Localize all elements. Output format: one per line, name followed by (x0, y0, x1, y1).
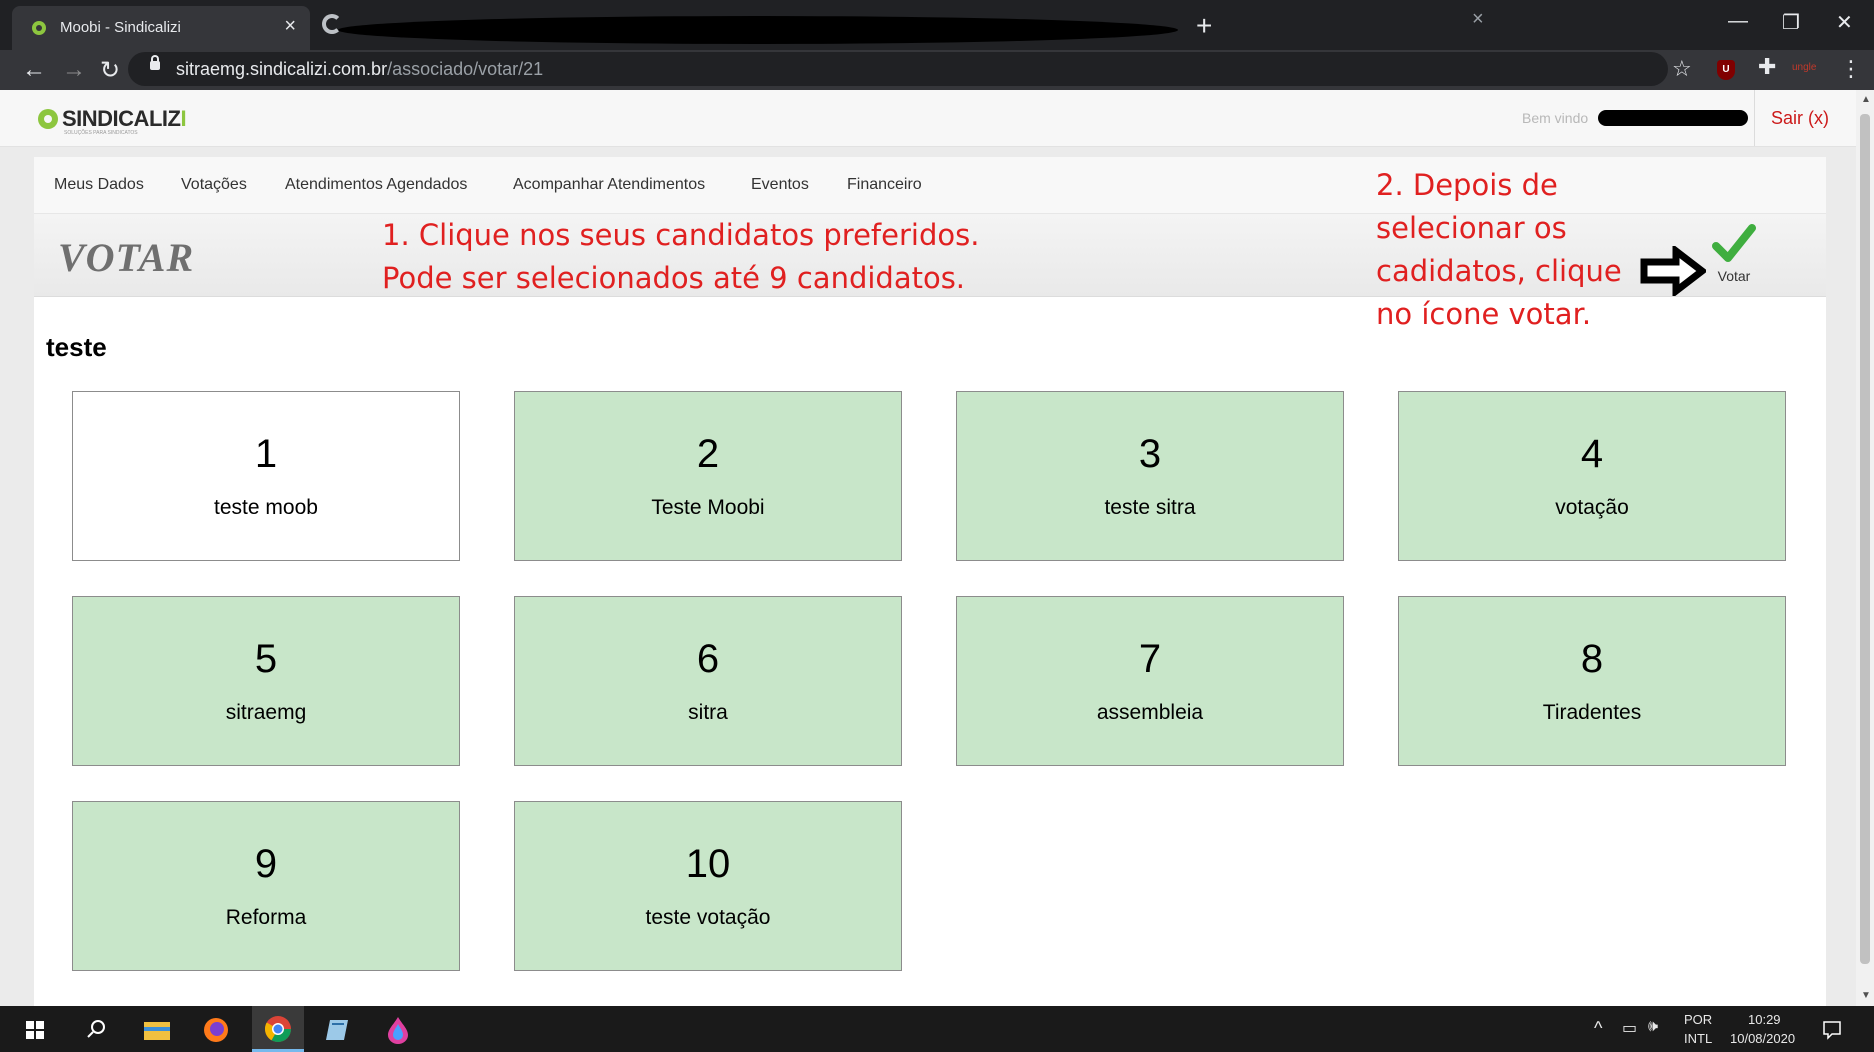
page-viewport: SINDICALIZI SOLUÇÕES PARA SINDICATOS Bem… (0, 90, 1856, 1006)
chrome-taskbar-slot[interactable] (252, 1006, 304, 1052)
redacted-username (1598, 110, 1748, 126)
header-divider (1754, 90, 1755, 146)
gear-logo-icon (38, 109, 58, 129)
language-bottom[interactable]: INTL (1684, 1031, 1712, 1046)
browser-tab-bar: Moobi - Sindicalizi × × + — ❐ ✕ (0, 0, 1874, 50)
lock-icon (150, 55, 160, 70)
candidate-name: Reforma (225, 906, 307, 929)
tab2-close-icon[interactable]: × (1472, 8, 1484, 31)
candidate-name: teste sitra (1104, 496, 1196, 519)
candidate-card-7[interactable]: 7 assembleia (956, 596, 1344, 766)
candidate-number: 9 (254, 842, 278, 886)
candidate-number: 8 (1580, 637, 1604, 681)
windows-taskbar: ^ ▭ 🕪 POR INTL 10:29 10/08/2020 (0, 1006, 1874, 1052)
candidate-name: Tiradentes (1542, 701, 1642, 724)
candidate-card-4[interactable]: 4 votação (1398, 391, 1786, 561)
page-title: VOTAR (58, 235, 195, 280)
right-arrow-icon (1640, 246, 1706, 296)
tray-chevron-icon[interactable]: ^ (1594, 1018, 1602, 1039)
new-tab-button[interactable]: + (1196, 10, 1212, 42)
extension-badge-label[interactable]: ungle (1792, 62, 1816, 73)
volume-icon[interactable]: 🕪 (1648, 1018, 1658, 1036)
candidate-number: 4 (1580, 432, 1604, 476)
search-icon[interactable] (86, 1019, 106, 1039)
browser-tab-active[interactable]: Moobi - Sindicalizi × (12, 6, 310, 50)
scroll-up-icon[interactable]: ▲ (1861, 94, 1871, 105)
scroll-down-icon[interactable]: ▼ (1861, 990, 1871, 1001)
browser-toolbar: ← → ↻ sitraemg.sindicalizi.com.br/associ… (0, 50, 1874, 90)
scrollbar-thumb[interactable] (1860, 114, 1870, 964)
candidate-number: 2 (696, 432, 720, 476)
sindicalizi-favicon-icon (32, 21, 46, 35)
candidate-card-8[interactable]: 8 Tiradentes (1398, 596, 1786, 766)
menu-item-financeiro[interactable]: Financeiro (847, 176, 922, 194)
candidate-name: sitra (688, 701, 728, 724)
candidate-number: 10 (685, 842, 731, 886)
candidate-number: 5 (254, 637, 278, 681)
candidate-name: teste votação (645, 906, 771, 929)
notifications-icon[interactable] (1822, 1020, 1842, 1040)
bookmark-star-icon[interactable]: ☆ (1672, 56, 1692, 82)
redacted-tab-title (338, 16, 1178, 44)
candidate-card-3[interactable]: 3 teste sitra (956, 391, 1344, 561)
menu-item-acompanhar-atendimentos[interactable]: Acompanhar Atendimentos (513, 176, 705, 194)
candidate-name: Teste Moobi (651, 496, 765, 519)
candidate-name: sitraemg (225, 701, 307, 724)
candidate-card-6[interactable]: 6 sitra (514, 596, 902, 766)
candidate-number: 6 (696, 637, 720, 681)
menu-item-meus-dados[interactable]: Meus Dados (54, 176, 144, 194)
instruction-step-2: 2. Depois de selecionar os cadidatos, cl… (1376, 168, 1622, 331)
address-bar[interactable]: sitraemg.sindicalizi.com.br/associado/vo… (128, 52, 1668, 86)
candidate-number: 1 (254, 432, 278, 476)
extensions-puzzle-icon[interactable]: ✚ (1758, 54, 1776, 80)
window-close-icon[interactable]: ✕ (1836, 10, 1853, 35)
tab-close-icon[interactable]: × (284, 15, 296, 38)
candidate-card-2[interactable]: 2 Teste Moobi (514, 391, 902, 561)
notes-app-icon[interactable] (324, 1018, 350, 1042)
menu-item-votacoes[interactable]: Votações (181, 176, 247, 194)
clock-date[interactable]: 10/08/2020 (1730, 1031, 1795, 1046)
logout-link[interactable]: Sair (x) (1771, 108, 1829, 129)
candidate-number: 7 (1138, 637, 1162, 681)
back-arrow-icon[interactable]: ← (22, 56, 46, 84)
windows-start-icon[interactable] (26, 1021, 44, 1039)
firefox-icon[interactable] (202, 1016, 230, 1044)
menu-item-eventos[interactable]: Eventos (751, 176, 809, 194)
minimize-icon[interactable]: — (1728, 10, 1748, 33)
url-text: sitraemg.sindicalizi.com.br/associado/vo… (176, 59, 544, 79)
vote-button[interactable]: Votar (1704, 222, 1764, 286)
candidate-name: votação (1555, 496, 1629, 519)
reload-icon[interactable]: ↻ (100, 56, 120, 85)
candidate-card-9[interactable]: 9 Reforma (72, 801, 460, 971)
ublock-extension-icon[interactable]: U (1717, 60, 1735, 80)
chrome-icon (264, 1016, 292, 1043)
green-checkmark-icon (1712, 224, 1756, 262)
file-explorer-icon[interactable] (144, 1020, 170, 1040)
site-header: SINDICALIZI SOLUÇÕES PARA SINDICATOS Bem… (0, 90, 1856, 147)
candidate-card-1[interactable]: 1 teste moob (72, 391, 460, 561)
restore-icon[interactable]: ❐ (1782, 10, 1800, 35)
menu-kebab-icon[interactable]: ⋮ (1840, 56, 1862, 82)
browser-tab-2[interactable]: × (322, 8, 1484, 44)
browser-tab-title: Moobi - Sindicalizi (60, 19, 181, 36)
network-icon[interactable]: ▭ (1622, 1018, 1637, 1038)
forward-arrow-icon[interactable]: → (62, 56, 86, 84)
candidate-name: assembleia (1096, 701, 1204, 724)
sindicalizi-logo[interactable]: SINDICALIZI (38, 106, 187, 132)
page-scrollbar[interactable]: ▲ ▼ (1856, 90, 1874, 1006)
menu-item-atendimentos-agendados[interactable]: Atendimentos Agendados (285, 176, 467, 194)
clock-time[interactable]: 10:29 (1748, 1012, 1781, 1027)
candidate-card-10[interactable]: 10 teste votação (514, 801, 902, 971)
instruction-step-1: 1. Clique nos seus candidatos preferidos… (382, 218, 980, 295)
logo-tagline: SOLUÇÕES PARA SINDICATOS (64, 130, 138, 136)
election-title: teste (46, 332, 107, 362)
candidate-number: 3 (1138, 432, 1162, 476)
candidate-card-5[interactable]: 5 sitraemg (72, 596, 460, 766)
candidate-name: teste moob (214, 496, 318, 519)
welcome-text: Bem vindo (1522, 110, 1589, 126)
language-top[interactable]: POR (1684, 1012, 1712, 1027)
drop-app-icon[interactable] (386, 1016, 410, 1044)
vote-button-label: Votar (1717, 268, 1751, 284)
